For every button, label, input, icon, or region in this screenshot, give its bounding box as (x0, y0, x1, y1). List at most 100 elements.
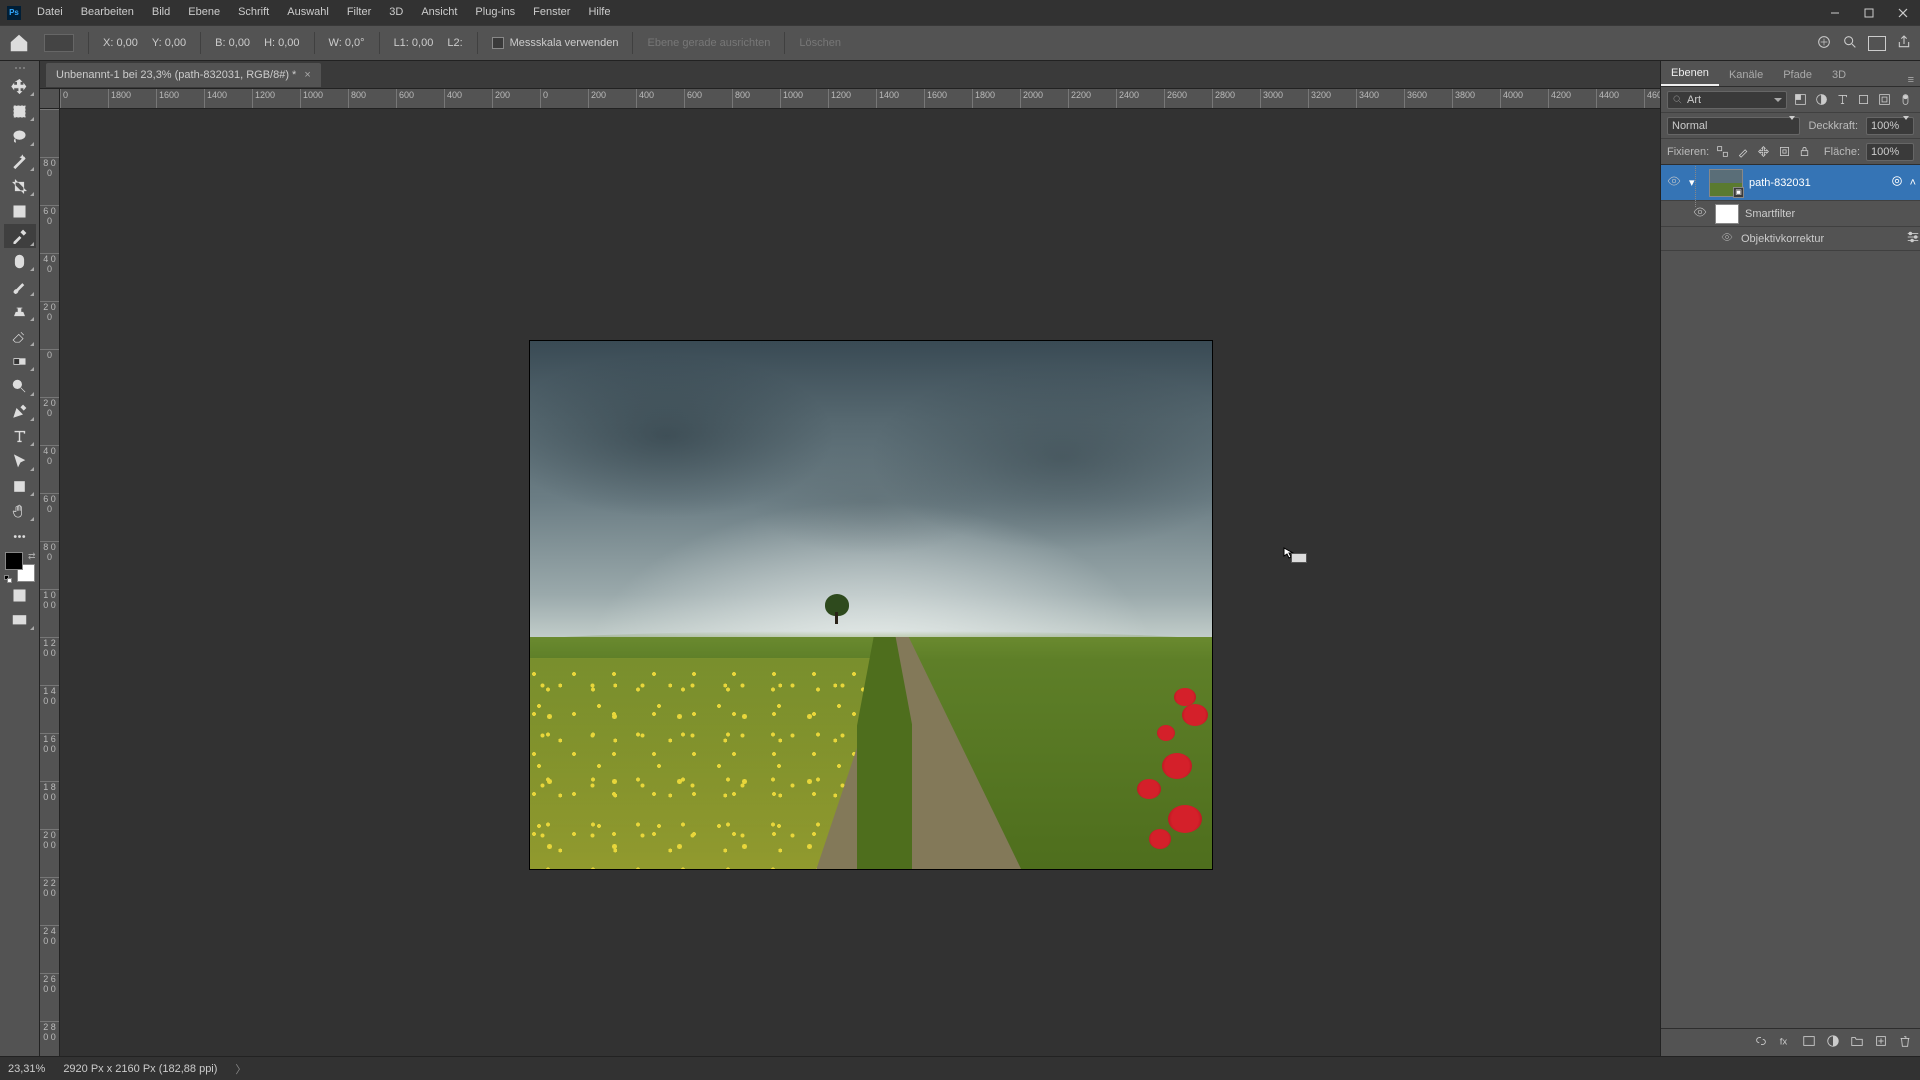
lock-pixels-icon[interactable] (1736, 144, 1751, 160)
type-tool[interactable] (4, 424, 36, 448)
delete-layer-icon[interactable] (1898, 1034, 1912, 1051)
tab-layers[interactable]: Ebenen (1661, 62, 1719, 86)
hand-tool[interactable] (4, 499, 36, 523)
lock-artboard-icon[interactable] (1777, 144, 1792, 160)
menu-layer[interactable]: Ebene (179, 0, 229, 25)
share-button[interactable] (1896, 34, 1912, 53)
link-layers-icon[interactable] (1754, 1034, 1768, 1051)
toolbar-grip[interactable] (5, 67, 35, 73)
smart-filters-row[interactable]: Smartfilter (1661, 201, 1920, 227)
crop-tool[interactable] (4, 174, 36, 198)
minimize-button[interactable] (1818, 0, 1852, 25)
more-tools[interactable] (4, 524, 36, 548)
healing-brush-tool[interactable] (4, 249, 36, 273)
menu-image[interactable]: Bild (143, 0, 179, 25)
search-icon[interactable] (1842, 34, 1858, 53)
filter-toggle[interactable] (1896, 91, 1914, 109)
canvas[interactable] (60, 109, 1660, 1056)
menu-3d[interactable]: 3D (380, 0, 412, 25)
fill-input[interactable]: 100% (1866, 143, 1914, 161)
filter-name[interactable]: Objektivkorrektur (1741, 233, 1900, 245)
move-tool[interactable] (4, 74, 36, 98)
menu-view[interactable]: Ansicht (412, 0, 466, 25)
clear-button[interactable]: Löschen (799, 37, 841, 49)
vertical-ruler[interactable]: 8 0 06 0 04 0 02 0 002 0 04 0 06 0 08 0 … (40, 109, 60, 1056)
lock-transparency-icon[interactable] (1715, 144, 1730, 160)
brush-tool[interactable] (4, 274, 36, 298)
menu-filter[interactable]: Filter (338, 0, 380, 25)
filter-smart-icon[interactable] (1875, 91, 1893, 109)
visibility-toggle[interactable] (1691, 205, 1709, 222)
visibility-toggle[interactable] (1665, 174, 1683, 191)
current-tool-icon[interactable] (44, 34, 74, 52)
layer-kind-filter[interactable]: Art (1667, 91, 1787, 109)
group-layers-icon[interactable] (1850, 1034, 1864, 1051)
filter-shape-icon[interactable] (1854, 91, 1872, 109)
menu-select[interactable]: Auswahl (278, 0, 338, 25)
horizontal-ruler[interactable]: 0180016001400120010008006004002000200400… (60, 89, 1660, 109)
filter-adjust-icon[interactable] (1812, 91, 1830, 109)
cloud-docs-icon[interactable] (1816, 34, 1832, 53)
menu-type[interactable]: Schrift (229, 0, 278, 25)
lasso-tool[interactable] (4, 124, 36, 148)
dodge-tool[interactable] (4, 374, 36, 398)
magic-wand-tool[interactable] (4, 149, 36, 173)
filter-type-icon[interactable] (1833, 91, 1851, 109)
new-layer-icon[interactable] (1874, 1034, 1888, 1051)
layer-thumbnail[interactable]: ▣ (1709, 169, 1743, 197)
visibility-toggle[interactable] (1721, 231, 1735, 246)
layer-fx-icon[interactable]: fx (1778, 1034, 1792, 1051)
blend-mode-select[interactable]: Normal (1667, 117, 1800, 135)
menu-file[interactable]: Datei (28, 0, 72, 25)
status-bar: 23,31% 2920 Px x 2160 Px (182,88 ppi) 〉 (0, 1056, 1920, 1080)
menu-plugins[interactable]: Plug-ins (466, 0, 524, 25)
workspace-switcher-icon[interactable] (1868, 36, 1886, 51)
filter-mask-thumbnail[interactable] (1715, 204, 1739, 224)
adjustment-layer-icon[interactable] (1826, 1034, 1840, 1051)
marquee-tool[interactable] (4, 99, 36, 123)
lock-position-icon[interactable] (1756, 144, 1771, 160)
filter-pixel-icon[interactable] (1791, 91, 1809, 109)
menu-help[interactable]: Hilfe (579, 0, 619, 25)
panel-menu-icon[interactable]: ≡ (1902, 74, 1920, 86)
path-selection-tool[interactable] (4, 449, 36, 473)
frame-tool[interactable] (4, 199, 36, 223)
maximize-button[interactable] (1852, 0, 1886, 25)
document-image[interactable] (530, 341, 1212, 869)
zoom-level[interactable]: 23,31% (8, 1063, 45, 1075)
eraser-tool[interactable] (4, 324, 36, 348)
straighten-layer-button[interactable]: Ebene gerade ausrichten (647, 37, 770, 49)
tab-3d[interactable]: 3D (1822, 64, 1856, 86)
pen-tool[interactable] (4, 399, 36, 423)
menu-edit[interactable]: Bearbeiten (72, 0, 143, 25)
layer-collapse-icon[interactable]: ˄ (1910, 177, 1916, 189)
home-button[interactable] (8, 32, 30, 54)
layer-row[interactable]: ▾ ▣ path-832031 ˄ (1661, 165, 1920, 201)
screen-mode-tool[interactable] (4, 608, 36, 632)
document-tab[interactable]: Unbenannt-1 bei 23,3% (path-832031, RGB/… (46, 63, 321, 87)
gradient-tool[interactable] (4, 349, 36, 373)
clone-stamp-tool[interactable] (4, 299, 36, 323)
layer-name[interactable]: path-832031 (1749, 177, 1884, 189)
swap-colors-icon[interactable]: ⇄ (28, 551, 36, 562)
close-button[interactable] (1886, 0, 1920, 25)
lock-all-icon[interactable] (1797, 144, 1812, 160)
doc-dimensions[interactable]: 2920 Px x 2160 Px (182,88 ppi) (63, 1063, 217, 1075)
disclosure-triangle[interactable]: ▾ (1689, 176, 1703, 189)
quick-mask-tool[interactable] (4, 583, 36, 607)
status-flyout-icon[interactable]: 〉 (235, 1061, 246, 1077)
menu-window[interactable]: Fenster (524, 0, 579, 25)
tab-paths[interactable]: Pfade (1773, 64, 1822, 86)
filter-blend-options-icon[interactable] (1906, 230, 1920, 247)
filter-row[interactable]: Objektivkorrektur (1661, 227, 1920, 251)
foreground-color[interactable] (5, 552, 23, 570)
tab-channels[interactable]: Kanäle (1719, 64, 1773, 86)
default-colors-icon[interactable] (4, 575, 12, 583)
eyedropper-tool[interactable] (4, 224, 36, 248)
opacity-input[interactable]: 100% (1866, 117, 1914, 135)
close-tab-icon[interactable]: × (304, 69, 310, 81)
layer-mask-icon[interactable] (1802, 1034, 1816, 1051)
color-swatches[interactable]: ⇄ (5, 552, 35, 582)
shape-tool[interactable] (4, 474, 36, 498)
use-measure-scale-checkbox[interactable]: Messskala verwenden (492, 37, 619, 49)
